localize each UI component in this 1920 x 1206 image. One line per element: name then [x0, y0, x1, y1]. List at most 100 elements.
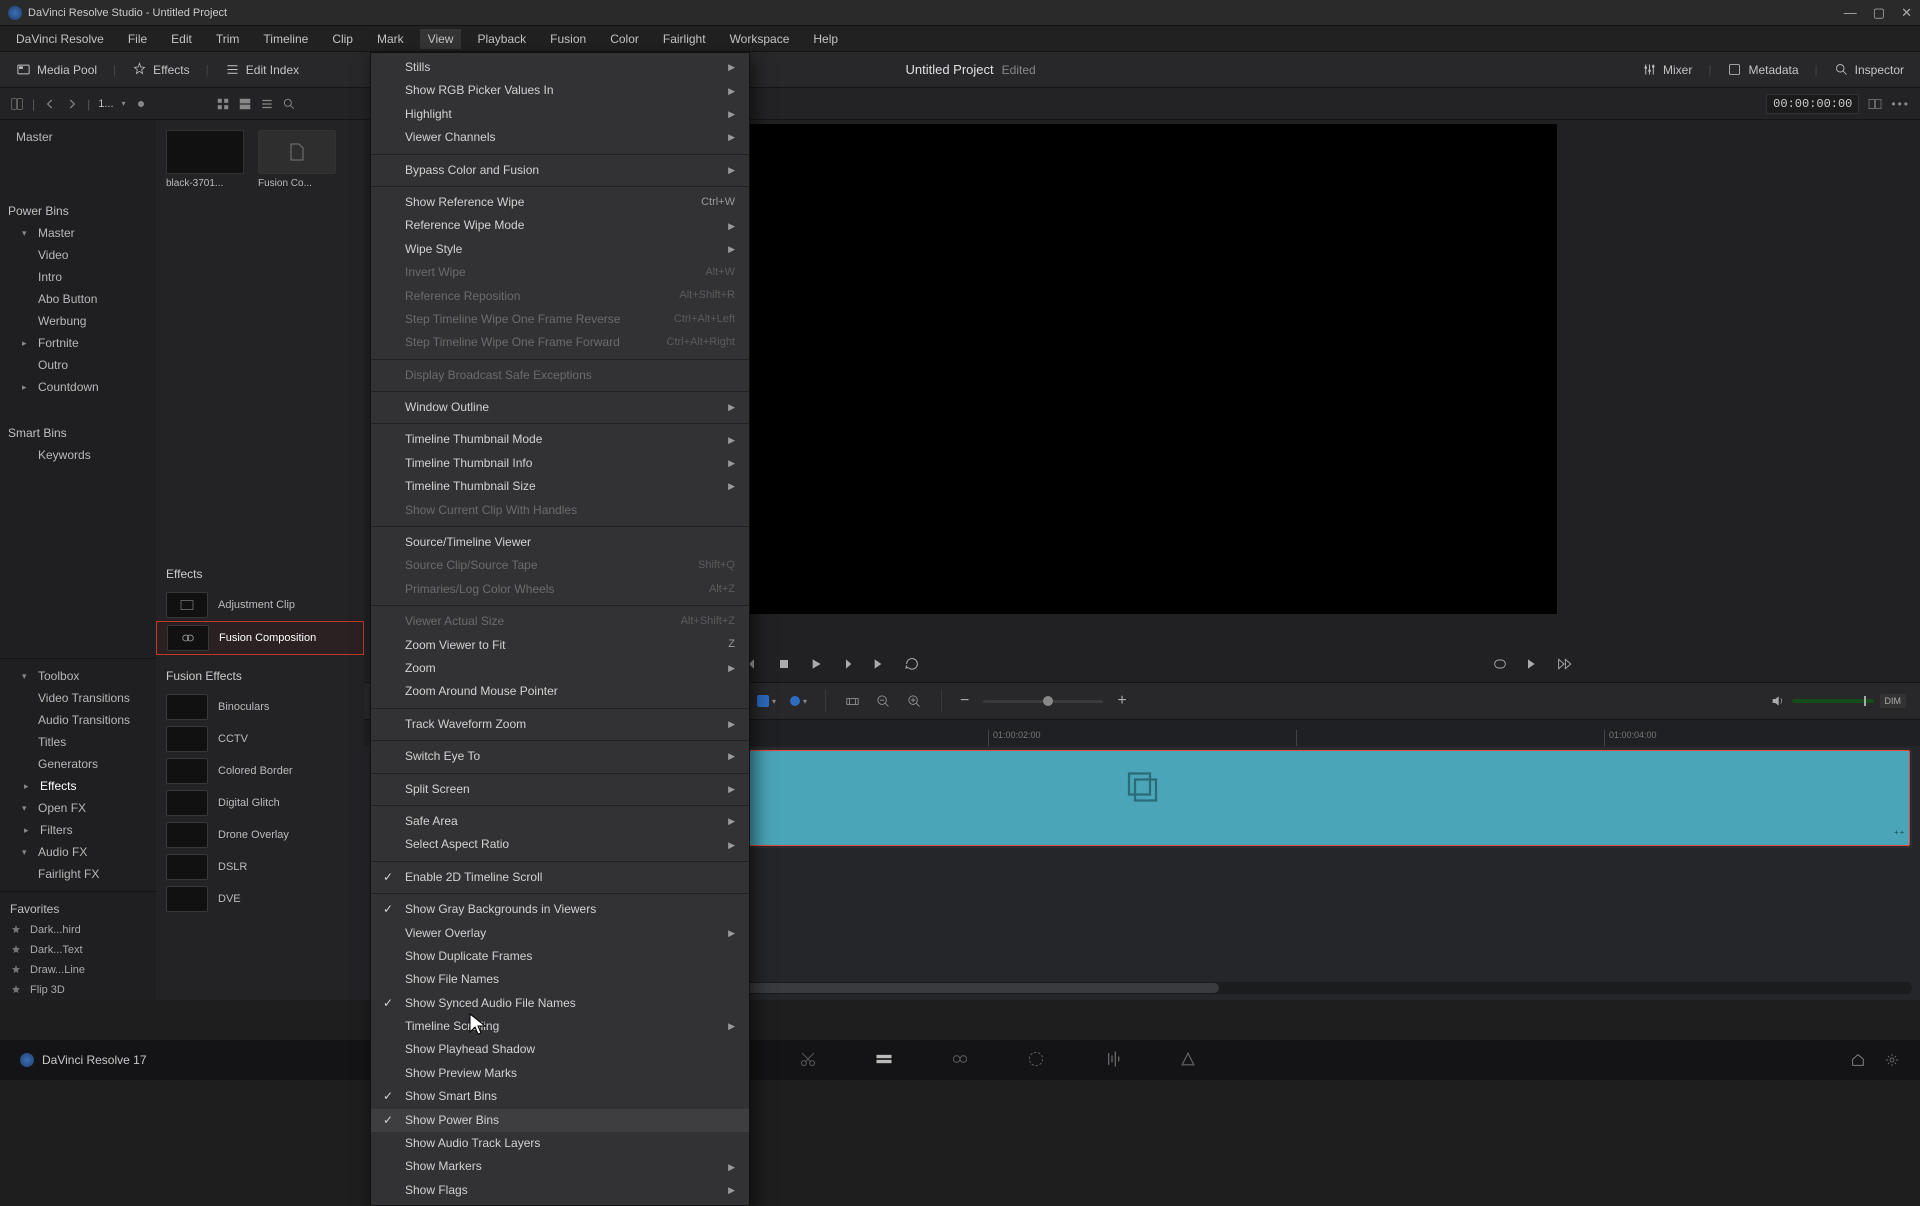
fav-2[interactable]: Draw...Line: [0, 960, 156, 980]
page-deliver-icon[interactable]: [1178, 1049, 1198, 1072]
view-menu-item[interactable]: Show RGB Picker Values In▶: [371, 79, 749, 102]
thumb-fusion[interactable]: Fusion Co...: [258, 130, 336, 189]
minimize-icon[interactable]: —: [1844, 5, 1857, 21]
view-menu-item[interactable]: ✓Show Synced Audio File Names: [371, 992, 749, 1015]
view-menu-item[interactable]: ✓Show Gray Backgrounds in Viewers: [371, 898, 749, 921]
view-menu-item[interactable]: ✓Show Smart Bins: [371, 1085, 749, 1108]
menu-help[interactable]: Help: [805, 29, 846, 49]
skip-last-icon[interactable]: [1556, 656, 1572, 672]
flag-dropdown[interactable]: ▾: [757, 695, 776, 707]
pb-abo[interactable]: Abo Button: [8, 288, 148, 310]
edit-index-button[interactable]: Edit Index: [217, 59, 307, 80]
menu-fairlight[interactable]: Fairlight: [655, 29, 714, 49]
fx-drone-overlay[interactable]: Drone Overlay: [156, 819, 364, 851]
fx-adjustment[interactable]: Adjustment Clip: [156, 589, 364, 621]
mixer-button[interactable]: Mixer: [1634, 59, 1700, 80]
fxtree-gen[interactable]: Generators: [8, 753, 148, 775]
view-menu-item[interactable]: Show Duplicate Frames: [371, 945, 749, 968]
volume-slider[interactable]: [1792, 699, 1874, 703]
view-menu-item[interactable]: Timeline Thumbnail Info▶: [371, 452, 749, 475]
search-icon[interactable]: [282, 97, 296, 111]
fxtree-filters[interactable]: ▸Filters: [8, 819, 148, 841]
menu-file[interactable]: File: [120, 29, 155, 49]
view-menu-item[interactable]: Viewer Overlay▶: [371, 922, 749, 945]
view-menu-item[interactable]: Zoom Around Mouse Pointer: [371, 680, 749, 703]
menu-edit[interactable]: Edit: [163, 29, 200, 49]
view-menu-item[interactable]: Stills▶: [371, 56, 749, 79]
view-menu-item[interactable]: Viewer Channels▶: [371, 126, 749, 149]
view-menu-item[interactable]: Show Markers▶: [371, 1155, 749, 1178]
fxtree-vt[interactable]: Video Transitions: [8, 687, 148, 709]
menu-davinci[interactable]: DaVinci Resolve: [8, 29, 112, 49]
view-menu-item[interactable]: Zoom Viewer to FitZ: [371, 634, 749, 657]
menu-fusion[interactable]: Fusion: [542, 29, 594, 49]
timecode-display[interactable]: 00:00:00:00: [1766, 94, 1859, 114]
zoom-out-small-icon[interactable]: [875, 693, 892, 710]
view-menu-item[interactable]: Show Reference WipeCtrl+W: [371, 191, 749, 214]
fxtree-fairlight[interactable]: Fairlight FX: [8, 863, 148, 885]
fx-dve[interactable]: DVE: [156, 883, 364, 915]
view-menu-item[interactable]: ✓Show Power Bins: [371, 1109, 749, 1132]
layout-icon[interactable]: [10, 97, 24, 111]
goto-end-icon[interactable]: [872, 656, 888, 672]
maximize-icon[interactable]: ▢: [1873, 5, 1885, 21]
step-fwd-icon[interactable]: [840, 656, 856, 672]
view-menu-item[interactable]: Reference Wipe Mode▶: [371, 214, 749, 237]
list-view-icon[interactable]: [260, 97, 274, 111]
fx-fusion-comp[interactable]: Fusion Composition: [156, 621, 364, 655]
view-menu-item[interactable]: Track Waveform Zoom▶: [371, 713, 749, 736]
view-menu-item[interactable]: Timeline Thumbnail Size▶: [371, 475, 749, 498]
view-menu-item[interactable]: Show File Names: [371, 968, 749, 991]
chevron-left-icon[interactable]: [43, 97, 57, 111]
snap-icon[interactable]: [844, 693, 861, 710]
view-menu-item[interactable]: Highlight▶: [371, 103, 749, 126]
thumb-view-icon[interactable]: [238, 97, 252, 111]
play-icon[interactable]: [808, 656, 824, 672]
dim-button[interactable]: DIM: [1880, 694, 1907, 708]
fxtree-at[interactable]: Audio Transitions: [8, 709, 148, 731]
pb-fortnite[interactable]: ▸Fortnite: [8, 332, 148, 354]
zoom-minus[interactable]: −: [960, 692, 969, 710]
thumb-black[interactable]: black-3701...: [166, 130, 244, 189]
skip-end-icon[interactable]: [1524, 656, 1540, 672]
view-menu-item[interactable]: Timeline Scrolling▶: [371, 1015, 749, 1038]
inspector-button[interactable]: Inspector: [1826, 59, 1912, 80]
menu-clip[interactable]: Clip: [324, 29, 361, 49]
fx-colored-border[interactable]: Colored Border: [156, 755, 364, 787]
page-fusion-icon[interactable]: [950, 1049, 970, 1072]
grid-view-icon[interactable]: [216, 97, 230, 111]
zoom-in-small-icon[interactable]: [906, 693, 923, 710]
fav-0[interactable]: Dark...hird: [0, 920, 156, 940]
loop-icon[interactable]: [904, 656, 920, 672]
fxtree-titles[interactable]: Titles: [8, 731, 148, 753]
page-edit-icon[interactable]: [874, 1049, 894, 1072]
view-menu-item[interactable]: ✓Enable 2D Timeline Scroll: [371, 866, 749, 889]
pb-video[interactable]: Video: [8, 244, 148, 266]
effects-button[interactable]: Effects: [124, 59, 197, 80]
pb-werbung[interactable]: Werbung: [8, 310, 148, 332]
viewer-screen[interactable]: [727, 124, 1557, 614]
pb-intro[interactable]: Intro: [8, 266, 148, 288]
stop-icon[interactable]: [776, 656, 792, 672]
view-menu-item[interactable]: Split Screen▶: [371, 778, 749, 801]
view-menu-item[interactable]: Window Outline▶: [371, 396, 749, 419]
pb-master[interactable]: ▾Master: [8, 222, 148, 244]
fx-dslr[interactable]: DSLR: [156, 851, 364, 883]
view-menu-item[interactable]: Zoom▶: [371, 657, 749, 680]
view-menu-item[interactable]: Timeline Thumbnail Mode▶: [371, 428, 749, 451]
fav-3[interactable]: Flip 3D: [0, 980, 156, 1000]
view-menu-item[interactable]: Show Flags▶: [371, 1179, 749, 1202]
fx-digital-glitch[interactable]: Digital Glitch: [156, 787, 364, 819]
close-icon[interactable]: ✕: [1901, 5, 1912, 21]
home-icon[interactable]: [1850, 1052, 1866, 1068]
dual-view-icon[interactable]: [1867, 96, 1883, 112]
fxtree-audiofx[interactable]: ▾Audio FX: [8, 841, 148, 863]
view-menu-item[interactable]: Source/Timeline Viewer: [371, 531, 749, 554]
speaker-icon[interactable]: [1770, 693, 1786, 709]
fx-binoculars[interactable]: Binoculars: [156, 691, 364, 723]
fxtree-openfx[interactable]: ▾Open FX: [8, 797, 148, 819]
fav-1[interactable]: Dark...Text: [0, 940, 156, 960]
menu-playback[interactable]: Playback: [469, 29, 534, 49]
page-cut-icon[interactable]: [798, 1049, 818, 1072]
menu-timeline[interactable]: Timeline: [255, 29, 316, 49]
